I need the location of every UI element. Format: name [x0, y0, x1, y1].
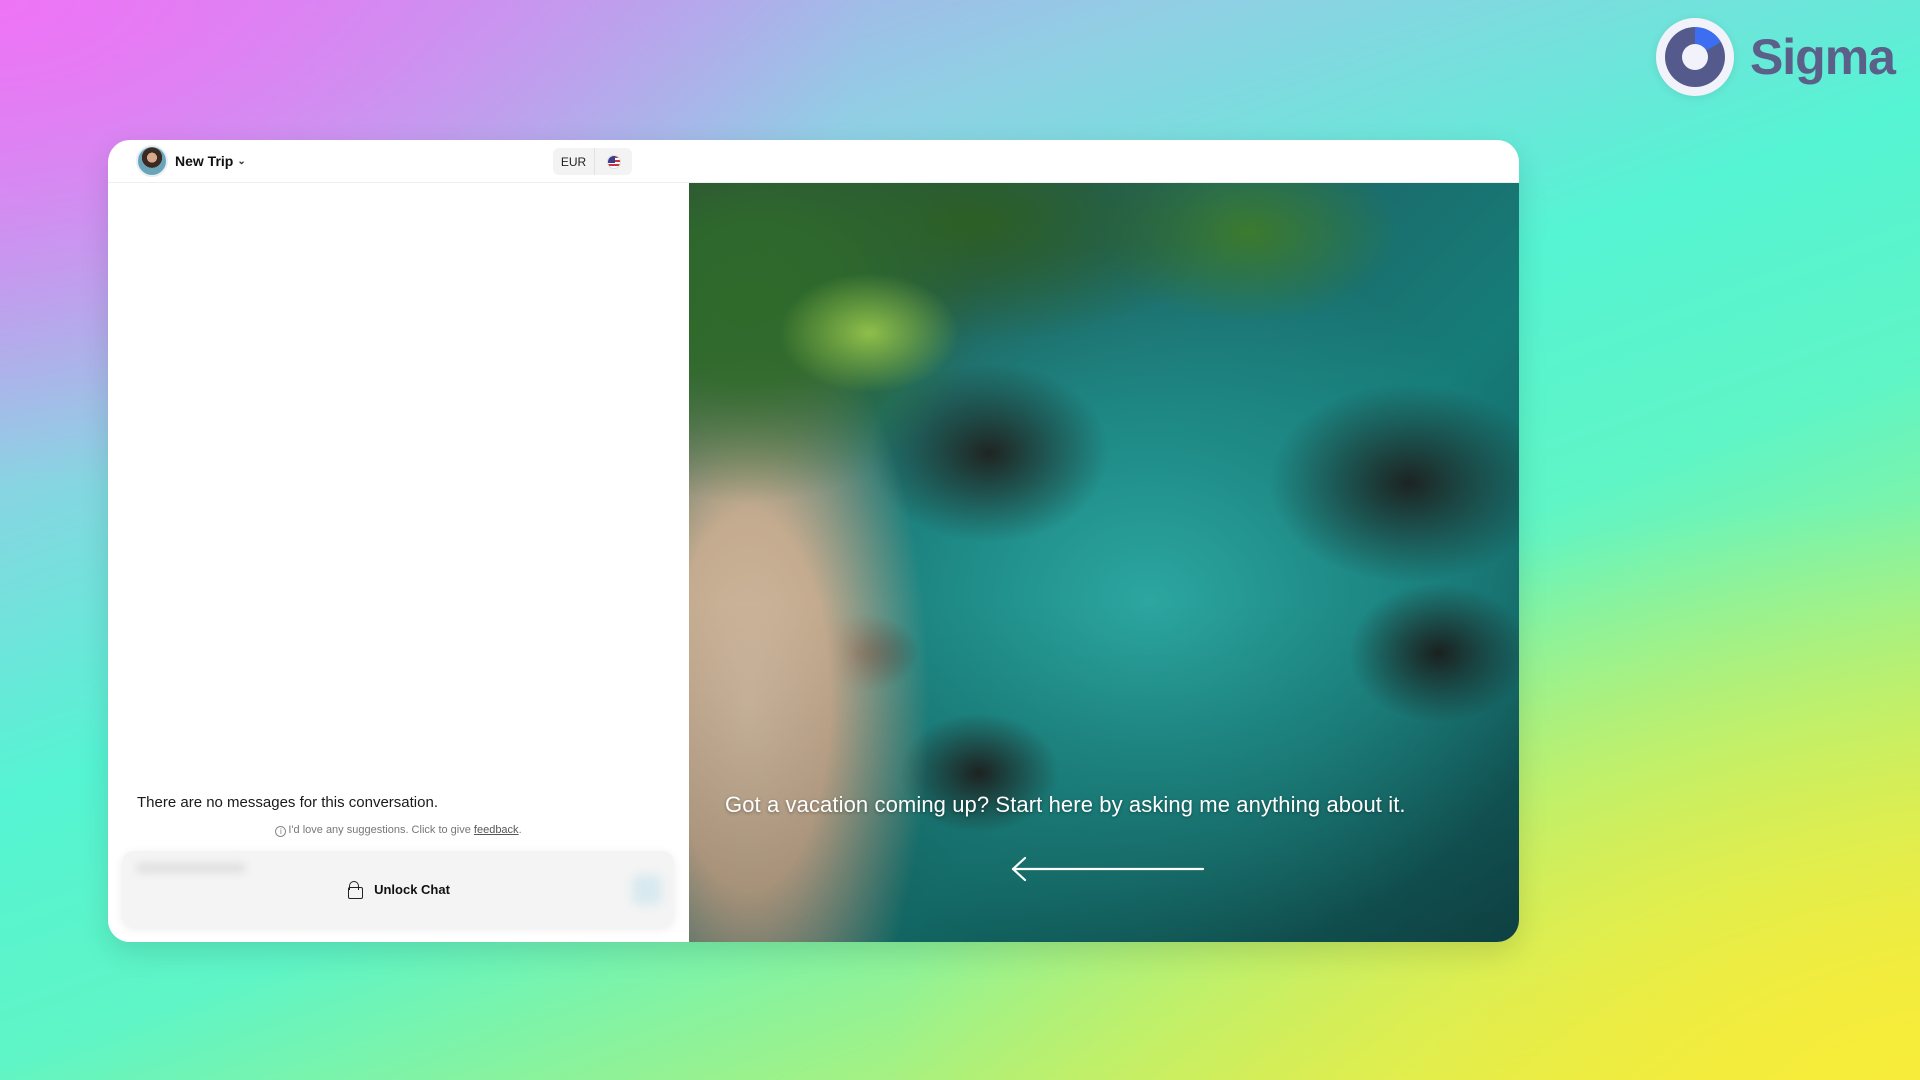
chat-panel: There are no messages for this conversat…: [108, 183, 689, 942]
hint-text: I'd love any suggestions. Click to give: [288, 824, 474, 836]
feedback-link[interactable]: feedback: [474, 824, 519, 836]
chevron-down-icon: ⌄: [237, 155, 246, 167]
trip-selector[interactable]: New Trip ⌄: [175, 153, 246, 169]
currency-button[interactable]: EUR: [553, 148, 595, 175]
unlock-icon: [346, 880, 364, 899]
hero-prompt-text: Got a vacation coming up? Start here by …: [725, 792, 1406, 817]
brand-name: Sigma: [1749, 29, 1896, 85]
feedback-hint: i I'd love any suggestions. Click to give…: [108, 824, 689, 837]
avatar[interactable]: [136, 145, 168, 177]
trip-title: New Trip: [175, 153, 234, 169]
sigma-logo-icon: [1655, 18, 1734, 96]
arrow-left-icon: [1011, 856, 1205, 882]
hero-image: Got a vacation coming up? Start here by …: [689, 183, 1519, 942]
info-icon: i: [275, 826, 287, 837]
unlock-chat-label: Unlock Chat: [374, 881, 450, 897]
hint-suffix: .: [518, 824, 522, 836]
top-bar: New Trip ⌄ EUR: [108, 140, 1519, 183]
locale-button[interactable]: [595, 148, 632, 175]
brand-logo: Sigma: [1655, 18, 1896, 96]
chat-composer: Unlock Chat: [122, 851, 674, 927]
empty-conversation-message: There are no messages for this conversat…: [137, 794, 438, 811]
us-flag-icon: [606, 154, 621, 169]
currency-locale-group: EUR: [553, 148, 632, 175]
app-window: New Trip ⌄ EUR There are no messages for…: [108, 140, 1519, 942]
unlock-chat-button[interactable]: Unlock Chat: [122, 851, 674, 927]
